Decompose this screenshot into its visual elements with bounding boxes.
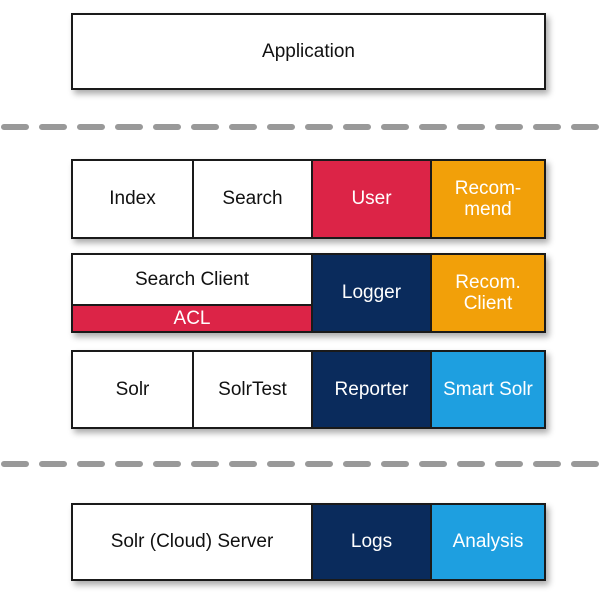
engine-band[interactable]: Solr SolrTest Reporter Smart Solr (71, 350, 546, 429)
cell-search-label: Search (222, 188, 283, 210)
cell-logs[interactable]: Logs (311, 505, 430, 579)
cell-solr-label: Solr (115, 378, 150, 400)
server-band[interactable]: Solr (Cloud) Server Logs Analysis (71, 503, 546, 581)
cell-smart-solr[interactable]: Smart Solr (430, 352, 544, 427)
cell-acl[interactable]: ACL (73, 304, 311, 331)
cell-analysis[interactable]: Analysis (430, 505, 544, 579)
cell-solrtest[interactable]: SolrTest (192, 352, 311, 427)
application-label-cell[interactable]: Application (73, 15, 544, 88)
cell-reporter[interactable]: Reporter (311, 352, 430, 427)
api-band[interactable]: Index Search User Recom- mend (71, 159, 546, 239)
cell-recommend[interactable]: Recom- mend (430, 161, 544, 237)
divider-top (0, 124, 616, 130)
cell-logs-label: Logs (350, 531, 393, 553)
cell-search-client-label: Search Client (134, 268, 250, 290)
client-band[interactable]: Search Client ACL Logger Recom. Client (71, 253, 546, 333)
cell-solr[interactable]: Solr (73, 352, 192, 427)
divider-bottom-line (1, 461, 615, 467)
divider-top-line (1, 124, 615, 130)
cell-solr-cloud-server-label: Solr (Cloud) Server (110, 531, 274, 553)
cell-user-label: User (351, 188, 392, 210)
cell-index-label: Index (109, 188, 156, 210)
cell-smart-solr-label: Smart Solr (443, 378, 533, 400)
architecture-diagram: Application Index Search User Recom- men… (0, 0, 616, 606)
application-box[interactable]: Application (71, 13, 546, 90)
divider-bottom (0, 461, 616, 467)
cell-recom-client-label: Recom. Client (455, 271, 521, 314)
cell-analysis-label: Analysis (452, 531, 524, 553)
cell-search-client[interactable]: Search Client (73, 255, 311, 304)
cell-solr-cloud-server[interactable]: Solr (Cloud) Server (73, 505, 311, 579)
cell-index[interactable]: Index (73, 161, 192, 237)
cell-recommend-label: Recom- mend (454, 177, 522, 220)
cell-acl-label: ACL (173, 307, 211, 329)
cell-search-client-stack[interactable]: Search Client ACL (73, 255, 311, 331)
cell-recom-client[interactable]: Recom. Client (430, 255, 544, 331)
cell-user[interactable]: User (311, 161, 430, 237)
cell-solrtest-label: SolrTest (218, 378, 287, 400)
cell-logger[interactable]: Logger (311, 255, 430, 331)
cell-logger-label: Logger (341, 282, 402, 304)
application-label: Application (262, 40, 355, 62)
cell-reporter-label: Reporter (334, 378, 409, 400)
cell-search[interactable]: Search (192, 161, 311, 237)
